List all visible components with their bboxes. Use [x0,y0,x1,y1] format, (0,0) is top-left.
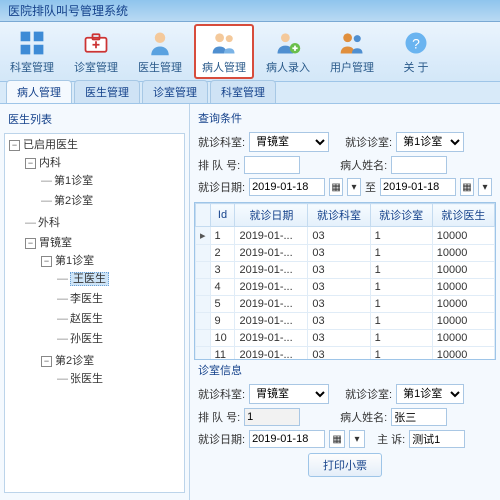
table-row[interactable]: 92019-01-...03110000 [196,313,495,330]
sidebar-title: 医生列表 [4,108,185,133]
toolbar-dept-mgmt[interactable]: 科室管理 [2,24,62,79]
tree-expander[interactable]: − [41,256,52,267]
info-name-input[interactable] [391,408,447,426]
dropdown-icon[interactable]: ▾ [478,178,492,196]
info-date-input[interactable] [249,430,325,448]
grid-icon [18,29,46,57]
tree-expander[interactable]: − [9,140,20,151]
tab-doctor-mgmt[interactable]: 医生管理 [74,80,140,103]
medical-bag-icon [82,29,110,57]
svg-text:?: ? [412,35,420,51]
query-queue-input[interactable] [244,156,300,174]
calendar-icon[interactable]: ▦ [329,178,343,196]
doctor-icon [146,29,174,57]
window-title: 医院排队叫号管理系统 [8,4,128,18]
dropdown-icon[interactable]: ▾ [347,178,361,196]
patients-icon [210,29,238,57]
query-name-input[interactable] [391,156,447,174]
help-icon: ? [402,29,430,57]
table-row[interactable]: 102019-01-...03110000 [196,330,495,347]
table-row[interactable]: 22019-01-...03110000 [196,245,495,262]
tab-dept-mgmt[interactable]: 科室管理 [210,80,276,103]
toolbar-patient-mgmt[interactable]: 病人管理 [194,24,254,79]
table-row[interactable]: 52019-01-...03110000 [196,296,495,313]
query-dept-select[interactable]: 胃镜室 [249,132,329,152]
tree-expander[interactable]: − [25,238,36,249]
tree-selected-doctor[interactable]: 王医生 [70,272,109,286]
query-room-select[interactable]: 第1诊室 [396,132,464,152]
toolbar-doctor-mgmt[interactable]: 医生管理 [130,24,190,79]
table-row[interactable]: 112019-01-...03110000 [196,347,495,361]
main-toolbar: 科室管理 诊室管理 医生管理 病人管理 病人录入 用户管理 ? 关 于 [0,22,500,82]
window-titlebar: 医院排队叫号管理系统 [0,0,500,22]
sidebar: 医生列表 −已启用医生 −内科 —第1诊室 —第2诊室 —外科 −胃镜室 [0,104,190,500]
print-button[interactable]: 打印小票 [308,453,382,477]
query-title: 查询条件 [194,108,496,130]
document-tabs: 病人管理 医生管理 诊室管理 科室管理 [0,82,500,104]
info-note-input[interactable] [409,430,465,448]
calendar-icon[interactable]: ▦ [329,430,345,448]
calendar-icon[interactable]: ▦ [460,178,474,196]
toolbar-patient-entry[interactable]: 病人录入 [258,24,318,79]
info-dept-select[interactable]: 胃镜室 [249,384,329,404]
tree-expander[interactable]: − [41,356,52,367]
info-group: 诊室信息 就诊科室: 胃镜室 就诊诊室: 第1诊室 排 队 号: 病人姓名: 就… [194,360,496,477]
info-title: 诊室信息 [194,360,496,382]
tab-room-mgmt[interactable]: 诊室管理 [142,80,208,103]
query-group: 查询条件 就诊科室: 胃镜室 就诊诊室: 第1诊室 排 队 号: 病人姓名: 就… [194,108,496,198]
query-date-from[interactable] [249,178,325,196]
patient-add-icon [274,29,302,57]
tree-expander[interactable]: − [25,158,36,169]
info-queue-input[interactable] [244,408,300,426]
toolbar-room-mgmt[interactable]: 诊室管理 [66,24,126,79]
table-row[interactable]: 42019-01-...03110000 [196,279,495,296]
query-date-to[interactable] [380,178,456,196]
dropdown-icon[interactable]: ▾ [349,430,365,448]
info-room-select[interactable]: 第1诊室 [396,384,464,404]
doctor-tree[interactable]: −已启用医生 −内科 —第1诊室 —第2诊室 —外科 −胃镜室 −第1诊室 [4,133,185,493]
table-row[interactable]: 32019-01-...03110000 [196,262,495,279]
main-panel: 查询条件 就诊科室: 胃镜室 就诊诊室: 第1诊室 排 队 号: 病人姓名: 就… [190,104,500,500]
toolbar-about[interactable]: ? 关 于 [386,24,446,79]
users-icon [338,29,366,57]
results-grid[interactable]: Id 就诊日期 就诊科室 就诊诊室 就诊医生 ▸12019-01-...0311… [194,202,496,360]
toolbar-user-mgmt[interactable]: 用户管理 [322,24,382,79]
table-row[interactable]: ▸12019-01-...03110000 [196,227,495,245]
tab-patient-mgmt[interactable]: 病人管理 [6,80,72,103]
